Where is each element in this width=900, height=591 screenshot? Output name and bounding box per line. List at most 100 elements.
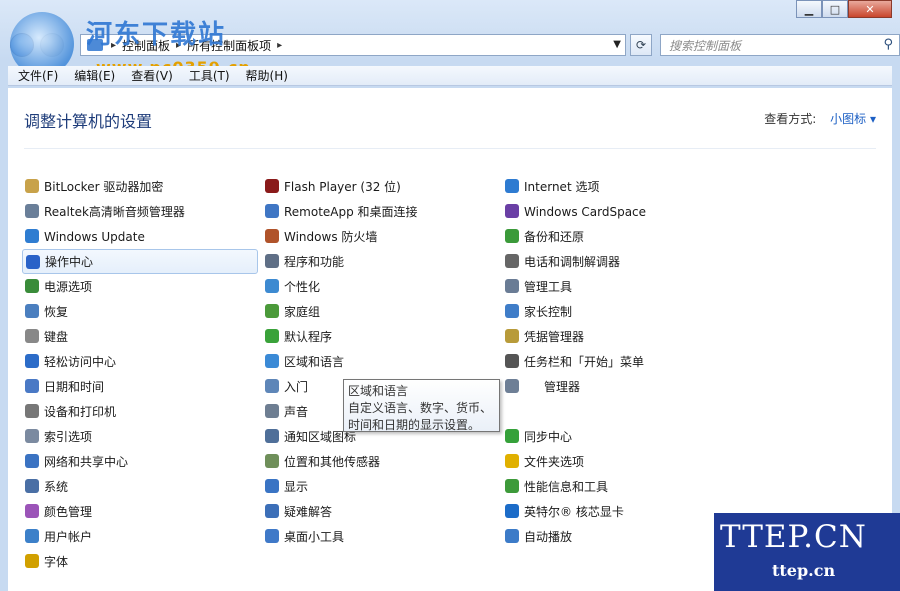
- control-panel-item[interactable]: Flash Player (32 位): [262, 174, 498, 199]
- control-panel-item[interactable]: 日期和时间: [22, 374, 258, 399]
- view-by: 查看方式: 小图标 ▾: [764, 110, 876, 127]
- control-panel-item[interactable]: 显示: [262, 474, 498, 499]
- control-panel-item[interactable]: 轻松访问中心: [22, 349, 258, 374]
- chevron-down-icon[interactable]: ▼: [613, 39, 621, 50]
- accessibility-icon: [25, 354, 39, 368]
- menu-tools[interactable]: 工具(T): [189, 67, 230, 84]
- item-label: BitLocker 驱动器加密: [44, 180, 164, 194]
- control-panel-item[interactable]: Windows CardSpace: [502, 199, 738, 224]
- menu-file[interactable]: 文件(F): [18, 67, 58, 84]
- device-manager-icon: [505, 379, 519, 393]
- taskbar-icon: [505, 354, 519, 368]
- minimize-button[interactable]: ▁: [796, 0, 822, 18]
- control-panel-item[interactable]: 恢复: [22, 299, 258, 324]
- item-label: 恢复: [44, 305, 69, 319]
- control-panel-item[interactable]: 索引选项: [22, 424, 258, 449]
- control-panel-item[interactable]: 管理器: [502, 374, 738, 399]
- item-label: 程序和功能: [284, 255, 345, 269]
- flag-icon: [26, 255, 40, 269]
- item-label: 备份和还原: [524, 230, 585, 244]
- control-panel-item[interactable]: 疑难解答: [262, 499, 498, 524]
- control-panel-item[interactable]: Windows Update: [22, 224, 258, 249]
- menu-edit[interactable]: 编辑(E): [74, 67, 115, 84]
- parental-icon: [505, 304, 519, 318]
- item-label: 声音: [284, 405, 309, 419]
- control-panel-item[interactable]: RemoteApp 和桌面连接: [262, 199, 498, 224]
- item-label: 性能信息和工具: [524, 480, 609, 494]
- tooltip-region-language: 区域和语言 自定义语言、数字、货币、时间和日期的显示设置。: [343, 379, 500, 432]
- control-panel-item[interactable]: 电源选项: [22, 274, 258, 299]
- control-panel-item[interactable]: 自动播放: [502, 524, 738, 549]
- sync-icon: [505, 429, 519, 443]
- control-panel-item[interactable]: 备份和还原: [502, 224, 738, 249]
- control-panel-item[interactable]: 网络和共享中心: [22, 449, 258, 474]
- intel-icon: [505, 504, 519, 518]
- control-panel-item[interactable]: 凭据管理器: [502, 324, 738, 349]
- item-label: Windows CardSpace: [524, 204, 647, 219]
- users-icon: [25, 529, 39, 543]
- control-panel-item[interactable]: Windows 防火墙: [262, 224, 498, 249]
- control-panel-item[interactable]: 家庭组: [262, 299, 498, 324]
- control-panel-item[interactable]: 性能信息和工具: [502, 474, 738, 499]
- control-panel-item[interactable]: 同步中心: [502, 424, 738, 449]
- personalize-icon: [265, 279, 279, 293]
- item-label: 索引选项: [44, 430, 93, 444]
- speaker-icon: [25, 204, 39, 218]
- menu-bar: 文件(F) 编辑(E) 查看(V) 工具(T) 帮助(H): [8, 66, 892, 86]
- item-label: 设备和打印机: [44, 405, 117, 419]
- control-panel-window: ▁ □ ✕ ▸ 控制面板 ▸ 所有控制面板项 ▸ ▼ ⟳ 搜索控制面板 ⚲ 河东…: [0, 0, 900, 591]
- control-panel-item[interactable]: BitLocker 驱动器加密: [22, 174, 258, 199]
- control-panel-item[interactable]: 位置和其他传感器: [262, 449, 498, 474]
- control-panel-item[interactable]: 个性化: [262, 274, 498, 299]
- divider: [24, 148, 876, 149]
- item-label: 英特尔® 核芯显卡: [524, 505, 624, 519]
- globe-icon: [265, 354, 279, 368]
- control-panel-item[interactable]: 设备和打印机: [22, 399, 258, 424]
- update-icon: [25, 229, 39, 243]
- item-label: 显示: [284, 480, 309, 494]
- refresh-icon: ⟳: [635, 38, 647, 52]
- item-label: 家庭组: [284, 305, 321, 319]
- items-column-1: BitLocker 驱动器加密 Realtek高清晰音频管理器 Windows Up…: [22, 174, 258, 574]
- control-panel-item[interactable]: 程序和功能: [262, 249, 498, 274]
- item-label: 日期和时间: [44, 380, 105, 394]
- search-input[interactable]: 搜索控制面板 ⚲: [660, 34, 900, 56]
- getting-started-icon: [265, 379, 279, 393]
- control-panel-item[interactable]: 任务栏和「开始」菜单: [502, 349, 738, 374]
- control-panel-item[interactable]: 家长控制: [502, 299, 738, 324]
- item-label: 颜色管理: [44, 505, 93, 519]
- control-panel-item[interactable]: 字体: [22, 549, 258, 574]
- keyboard-icon: [25, 329, 39, 343]
- control-panel-item[interactable]: 系统: [22, 474, 258, 499]
- default-programs-icon: [265, 329, 279, 343]
- item-label: 同步中心: [524, 430, 573, 444]
- control-panel-item[interactable]: 用户帐户: [22, 524, 258, 549]
- close-button[interactable]: ✕: [848, 0, 892, 18]
- menu-help[interactable]: 帮助(H): [246, 67, 288, 84]
- control-panel-item[interactable]: 默认程序: [262, 324, 498, 349]
- control-panel-item[interactable]: 桌面小工具: [262, 524, 498, 549]
- control-panel-item[interactable]: 操作中心: [22, 249, 258, 274]
- control-panel-item[interactable]: 文件夹选项: [502, 449, 738, 474]
- backup-icon: [505, 229, 519, 243]
- control-panel-item[interactable]: 管理工具: [502, 274, 738, 299]
- item-label: 个性化: [284, 280, 321, 294]
- printer-icon: [25, 404, 39, 418]
- color-icon: [25, 504, 39, 518]
- control-panel-item[interactable]: Internet 选项: [502, 174, 738, 199]
- menu-view[interactable]: 查看(V): [131, 67, 173, 84]
- item-label: 键盘: [44, 330, 69, 344]
- items-column-2: Flash Player (32 位) RemoteApp 和桌面连接 Window…: [262, 174, 498, 549]
- control-panel-item[interactable]: 英特尔® 核芯显卡: [502, 499, 738, 524]
- control-panel-item[interactable]: 颜色管理: [22, 499, 258, 524]
- maximize-button[interactable]: □: [822, 0, 848, 18]
- view-by-dropdown[interactable]: 小图标 ▾: [830, 112, 876, 126]
- refresh-button[interactable]: ⟳: [630, 34, 652, 56]
- control-panel-item[interactable]: Realtek高清晰音频管理器: [22, 199, 258, 224]
- item-label: 家长控制: [524, 305, 573, 319]
- control-panel-item[interactable]: 区域和语言: [262, 349, 498, 374]
- control-panel-item[interactable]: 电话和调制解调器: [502, 249, 738, 274]
- control-panel-item[interactable]: 键盘: [22, 324, 258, 349]
- search-icon[interactable]: ⚲: [883, 37, 893, 52]
- item-label: 管理工具: [524, 280, 573, 294]
